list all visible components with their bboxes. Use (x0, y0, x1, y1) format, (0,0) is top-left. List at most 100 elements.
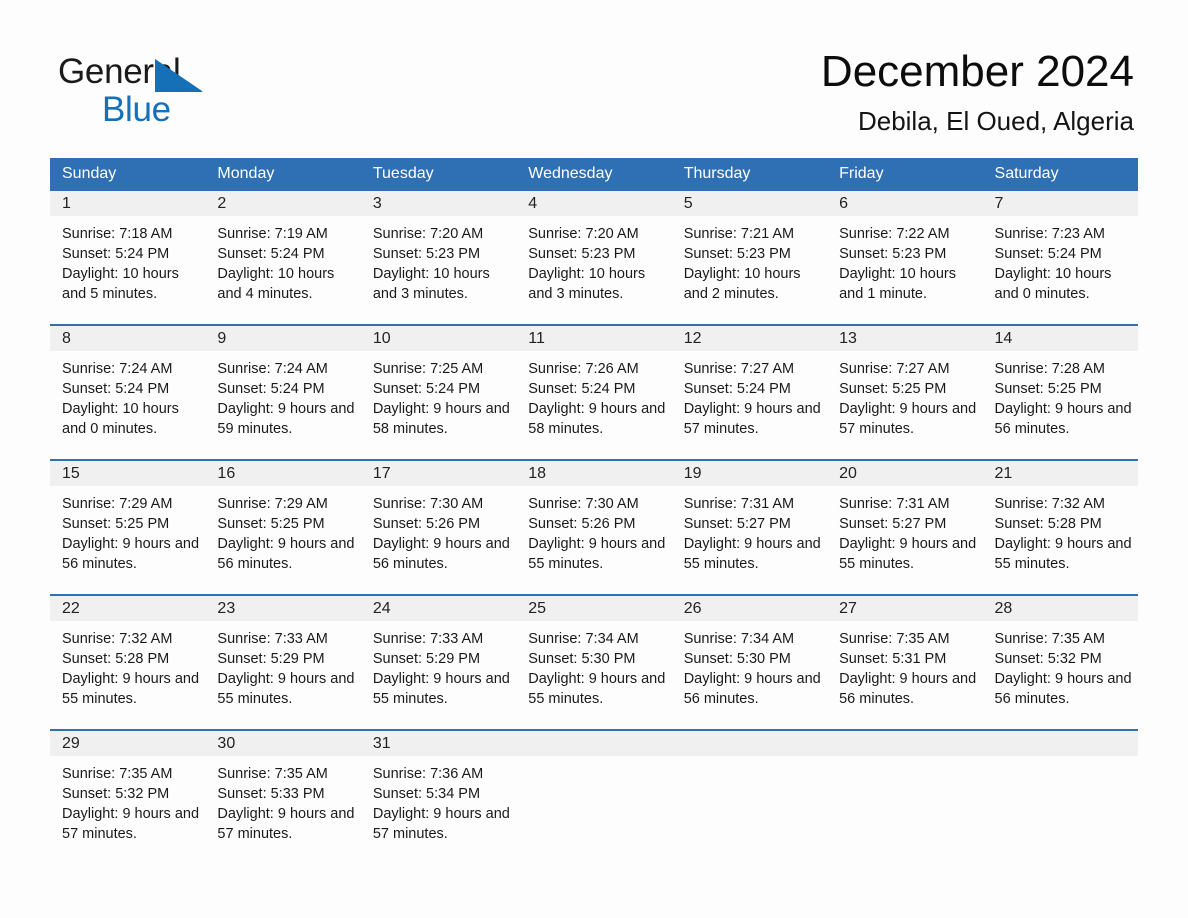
day-details: Sunrise: 7:25 AM Sunset: 5:24 PM Dayligh… (361, 351, 516, 439)
day-details: Sunrise: 7:31 AM Sunset: 5:27 PM Dayligh… (827, 486, 982, 574)
day-number: 18 (516, 461, 672, 486)
day-cell[interactable]: 15 Sunrise: 7:29 AM Sunset: 5:25 PM Dayl… (50, 461, 206, 594)
day-cell[interactable]: 1 Sunrise: 7:18 AM Sunset: 5:24 PM Dayli… (50, 191, 206, 324)
day-cell-empty (982, 731, 1138, 847)
week-row: 1 Sunrise: 7:18 AM Sunset: 5:24 PM Dayli… (50, 189, 1138, 324)
day-cell[interactable]: 6 Sunrise: 7:22 AM Sunset: 5:23 PM Dayli… (827, 191, 983, 324)
daylight-text: Daylight: 9 hours and 57 minutes. (217, 806, 355, 842)
day-cell[interactable]: 10 Sunrise: 7:25 AM Sunset: 5:24 PM Dayl… (360, 326, 517, 459)
sunset-text: Sunset: 5:23 PM (528, 246, 636, 262)
sunset-text: Sunset: 5:32 PM (994, 651, 1102, 667)
day-number: 19 (671, 461, 828, 486)
day-details: Sunrise: 7:20 AM Sunset: 5:23 PM Dayligh… (516, 216, 671, 304)
sunset-text: Sunset: 5:26 PM (528, 516, 636, 532)
day-cell[interactable]: 30 Sunrise: 7:35 AM Sunset: 5:33 PM Dayl… (205, 731, 361, 847)
day-number: 25 (516, 596, 672, 621)
week-row: 22 Sunrise: 7:32 AM Sunset: 5:28 PM Dayl… (50, 594, 1138, 729)
day-cell[interactable]: 22 Sunrise: 7:32 AM Sunset: 5:28 PM Dayl… (50, 596, 206, 729)
day-details: Sunrise: 7:29 AM Sunset: 5:25 PM Dayligh… (205, 486, 360, 574)
sunset-text: Sunset: 5:25 PM (62, 516, 170, 532)
sunset-text: Sunset: 5:23 PM (372, 246, 481, 262)
day-number (827, 731, 983, 756)
sunrise-text: Sunrise: 7:35 AM (217, 766, 328, 782)
sunrise-text: Sunrise: 7:24 AM (62, 361, 173, 377)
day-details: Sunrise: 7:27 AM Sunset: 5:24 PM Dayligh… (672, 351, 827, 439)
day-cell[interactable]: 25 Sunrise: 7:34 AM Sunset: 5:30 PM Dayl… (516, 596, 672, 729)
daylight-text: Daylight: 10 hours and 4 minutes. (217, 266, 335, 302)
sunrise-text: Sunrise: 7:24 AM (217, 361, 328, 377)
day-number: 7 (982, 191, 1138, 216)
sunset-text: Sunset: 5:25 PM (994, 381, 1102, 397)
day-details: Sunrise: 7:26 AM Sunset: 5:24 PM Dayligh… (516, 351, 671, 439)
day-cell[interactable]: 7 Sunrise: 7:23 AM Sunset: 5:24 PM Dayli… (982, 191, 1138, 324)
daylight-text: Daylight: 9 hours and 58 minutes. (372, 401, 510, 437)
sunrise-text: Sunrise: 7:25 AM (372, 361, 484, 377)
day-cell[interactable]: 8 Sunrise: 7:24 AM Sunset: 5:24 PM Dayli… (50, 326, 206, 459)
daylight-text: Daylight: 9 hours and 56 minutes. (217, 536, 355, 572)
day-details: Sunrise: 7:21 AM Sunset: 5:23 PM Dayligh… (672, 216, 827, 304)
calendar-page: General Blue December 2024 Debila, El Ou… (0, 0, 1188, 918)
day-cell[interactable]: 21 Sunrise: 7:32 AM Sunset: 5:28 PM Dayl… (982, 461, 1138, 594)
day-cell[interactable]: 16 Sunrise: 7:29 AM Sunset: 5:25 PM Dayl… (205, 461, 361, 594)
sunset-text: Sunset: 5:29 PM (372, 651, 481, 667)
day-details: Sunrise: 7:36 AM Sunset: 5:34 PM Dayligh… (361, 756, 516, 844)
day-details: Sunrise: 7:30 AM Sunset: 5:26 PM Dayligh… (361, 486, 516, 574)
sunset-text: Sunset: 5:25 PM (217, 516, 325, 532)
sunrise-text: Sunrise: 7:33 AM (217, 631, 328, 647)
day-cell[interactable]: 5 Sunrise: 7:21 AM Sunset: 5:23 PM Dayli… (671, 191, 828, 324)
sunrise-text: Sunrise: 7:27 AM (683, 361, 795, 377)
title-block: December 2024 Debila, El Oued, Algeria (821, 44, 1134, 138)
day-cell[interactable]: 13 Sunrise: 7:27 AM Sunset: 5:25 PM Dayl… (827, 326, 983, 459)
weekday-header-monday: Monday (217, 165, 275, 182)
daylight-text: Daylight: 9 hours and 56 minutes. (62, 536, 200, 572)
sunrise-text: Sunrise: 7:26 AM (528, 361, 639, 377)
day-details: Sunrise: 7:23 AM Sunset: 5:24 PM Dayligh… (983, 216, 1138, 304)
day-cell[interactable]: 17 Sunrise: 7:30 AM Sunset: 5:26 PM Dayl… (360, 461, 517, 594)
day-cell[interactable]: 11 Sunrise: 7:26 AM Sunset: 5:24 PM Dayl… (516, 326, 672, 459)
day-cell[interactable]: 26 Sunrise: 7:34 AM Sunset: 5:30 PM Dayl… (671, 596, 828, 729)
day-number: 31 (360, 731, 517, 756)
daylight-text: Daylight: 10 hours and 0 minutes. (994, 266, 1112, 302)
day-cell[interactable]: 12 Sunrise: 7:27 AM Sunset: 5:24 PM Dayl… (671, 326, 828, 459)
day-number: 26 (671, 596, 828, 621)
sunrise-text: Sunrise: 7:27 AM (839, 361, 950, 377)
day-cell[interactable]: 20 Sunrise: 7:31 AM Sunset: 5:27 PM Dayl… (827, 461, 983, 594)
sunset-text: Sunset: 5:30 PM (683, 651, 791, 667)
day-cell[interactable]: 28 Sunrise: 7:35 AM Sunset: 5:32 PM Dayl… (982, 596, 1138, 729)
day-details: Sunrise: 7:31 AM Sunset: 5:27 PM Dayligh… (672, 486, 827, 574)
day-cell[interactable]: 27 Sunrise: 7:35 AM Sunset: 5:31 PM Dayl… (827, 596, 983, 729)
sunset-text: Sunset: 5:24 PM (994, 246, 1102, 262)
day-cell[interactable]: 4 Sunrise: 7:20 AM Sunset: 5:23 PM Dayli… (516, 191, 672, 324)
daylight-text: Daylight: 9 hours and 59 minutes. (217, 401, 355, 437)
sunset-text: Sunset: 5:26 PM (372, 516, 481, 532)
sunset-text: Sunset: 5:24 PM (217, 381, 325, 397)
daylight-text: Daylight: 10 hours and 1 minute. (839, 266, 956, 302)
daylight-text: Daylight: 10 hours and 2 minutes. (683, 266, 801, 302)
day-number: 8 (50, 326, 206, 351)
weekday-header-sunday: Sunday (62, 165, 117, 182)
general-blue-logo[interactable]: General Blue (58, 52, 318, 132)
day-cell[interactable]: 2 Sunrise: 7:19 AM Sunset: 5:24 PM Dayli… (205, 191, 361, 324)
sunrise-text: Sunrise: 7:35 AM (839, 631, 950, 647)
sunset-text: Sunset: 5:24 PM (528, 381, 636, 397)
day-cell[interactable]: 18 Sunrise: 7:30 AM Sunset: 5:26 PM Dayl… (516, 461, 672, 594)
daylight-text: Daylight: 10 hours and 0 minutes. (62, 401, 179, 437)
day-cell[interactable]: 29 Sunrise: 7:35 AM Sunset: 5:32 PM Dayl… (50, 731, 206, 847)
day-cell[interactable]: 23 Sunrise: 7:33 AM Sunset: 5:29 PM Dayl… (205, 596, 361, 729)
day-cell-empty (516, 731, 672, 847)
page-title: December 2024 (820, 47, 1134, 96)
day-cell[interactable]: 31 Sunrise: 7:36 AM Sunset: 5:34 PM Dayl… (360, 731, 517, 847)
day-details: Sunrise: 7:35 AM Sunset: 5:33 PM Dayligh… (205, 756, 360, 844)
sunrise-text: Sunrise: 7:34 AM (528, 631, 639, 647)
sunset-text: Sunset: 5:24 PM (62, 381, 170, 397)
day-cell[interactable]: 3 Sunrise: 7:20 AM Sunset: 5:23 PM Dayli… (360, 191, 517, 324)
day-number: 12 (671, 326, 828, 351)
day-cell[interactable]: 24 Sunrise: 7:33 AM Sunset: 5:29 PM Dayl… (360, 596, 517, 729)
sunset-text: Sunset: 5:31 PM (839, 651, 947, 667)
sunset-text: Sunset: 5:23 PM (683, 246, 791, 262)
daylight-text: Daylight: 9 hours and 56 minutes. (372, 536, 510, 572)
day-number: 23 (205, 596, 361, 621)
day-cell[interactable]: 19 Sunrise: 7:31 AM Sunset: 5:27 PM Dayl… (671, 461, 828, 594)
day-cell[interactable]: 9 Sunrise: 7:24 AM Sunset: 5:24 PM Dayli… (205, 326, 361, 459)
day-cell[interactable]: 14 Sunrise: 7:28 AM Sunset: 5:25 PM Dayl… (982, 326, 1138, 459)
